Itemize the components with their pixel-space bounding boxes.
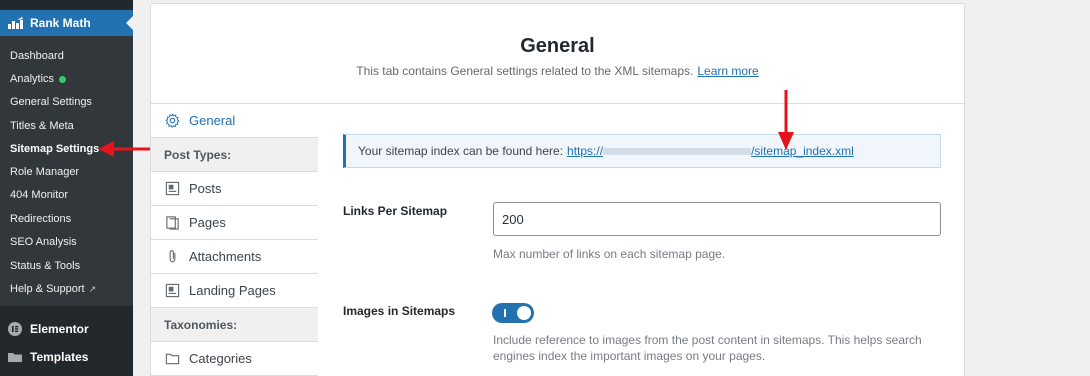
toggle-knob	[517, 306, 531, 320]
rank-math-icon	[8, 17, 23, 29]
tab-label: Posts	[189, 181, 222, 196]
sidebar-item-role-manager[interactable]: Role Manager	[10, 164, 79, 180]
gear-icon	[165, 113, 180, 128]
settings-tabs: General Post Types: Posts Pages Attachme…	[151, 104, 318, 376]
annotation-arrow-down-icon	[778, 90, 794, 150]
tab-posts[interactable]: Posts	[151, 172, 318, 206]
elementor-icon	[8, 322, 22, 336]
annotation-arrow-left-icon	[98, 141, 150, 157]
sidebar-item-404-monitor[interactable]: 404 Monitor	[10, 187, 68, 203]
images-in-sitemaps-help: Include reference to images from the pos…	[493, 332, 922, 364]
tab-label: Pages	[189, 215, 226, 230]
sidebar-item-seo-analysis[interactable]: SEO Analysis	[10, 234, 77, 250]
sidebar-item-label: Analytics	[10, 73, 55, 85]
sitemap-url-prefix: https://	[567, 144, 604, 158]
settings-panel: General This tab contains General settin…	[150, 3, 965, 376]
learn-more-link[interactable]: Learn more	[697, 64, 758, 78]
sidebar-item-label: Status & Tools	[10, 260, 81, 272]
links-per-sitemap-help: Max number of links on each sitemap page…	[493, 247, 726, 261]
sitemap-index-link[interactable]: https:// /sitemap_index.xml	[567, 144, 854, 158]
description-text: This tab contains General settings relat…	[356, 64, 694, 78]
sidebar-item-label: Sitemap Settings	[10, 143, 100, 155]
taxonomies-header: Taxonomies:	[151, 308, 318, 342]
sitemap-url-suffix: /sitemap_index.xml	[751, 144, 854, 158]
sidebar-item-label: Role Manager	[10, 166, 80, 178]
sidebar-menu-label: Elementor	[30, 322, 89, 336]
sidebar-item-help-support[interactable]: Help & Support ↗	[10, 281, 96, 297]
images-in-sitemaps-toggle[interactable]	[492, 303, 534, 323]
sidebar-item-rank-math[interactable]: Rank Math	[0, 10, 133, 36]
active-menu-notch	[126, 16, 133, 30]
tab-label: Landing Pages	[189, 283, 276, 298]
sidebar-item-label: 404 Monitor	[10, 189, 69, 201]
blurred-domain	[603, 148, 752, 156]
status-dot-icon	[59, 75, 67, 83]
panel-header: General This tab contains General settin…	[151, 4, 964, 104]
paperclip-icon	[169, 250, 176, 263]
images-in-sitemaps-label: Images in Sitemaps	[343, 304, 456, 318]
tab-landing-pages[interactable]: Landing Pages	[151, 274, 318, 308]
tab-categories[interactable]: Categories	[151, 342, 318, 376]
sidebar-item-redirections[interactable]: Redirections	[10, 211, 71, 227]
links-per-sitemap-label: Links Per Sitemap	[343, 204, 448, 218]
sidebar-item-label: Redirections	[10, 213, 72, 225]
help-line: Include reference to images from the pos…	[493, 333, 922, 347]
sidebar-item-label: Titles & Meta	[10, 120, 74, 132]
tab-label: Attachments	[189, 249, 262, 264]
links-per-sitemap-input[interactable]	[493, 202, 941, 236]
tab-attachments[interactable]: Attachments	[151, 240, 318, 274]
sidebar-item-analytics[interactable]: Analytics	[10, 71, 67, 87]
admin-sidebar: Rank Math Dashboard Analytics General Se…	[0, 0, 133, 376]
folder-icon	[165, 353, 180, 365]
sidebar-menu-label: Templates	[30, 350, 89, 364]
tab-label: General	[189, 113, 236, 128]
post-icon	[165, 283, 180, 298]
page-title: General	[520, 35, 595, 57]
sidebar-item-label: Dashboard	[10, 50, 64, 62]
tab-pages[interactable]: Pages	[151, 206, 318, 240]
sidebar-item-dashboard[interactable]: Dashboard	[10, 48, 64, 64]
tab-general[interactable]: General	[151, 104, 318, 138]
sidebar-item-label: SEO Analysis	[10, 236, 77, 248]
sitemap-notice: Your sitemap index can be found here: ht…	[343, 134, 941, 168]
sidebar-item-label: General Settings	[10, 96, 92, 108]
page-description: This tab contains General settings relat…	[151, 64, 964, 78]
sidebar-item-general-settings[interactable]: General Settings	[10, 94, 92, 110]
sidebar-item-titles-meta[interactable]: Titles & Meta	[10, 118, 74, 134]
sidebar-brand-label: Rank Math	[30, 16, 91, 30]
sidebar-item-elementor[interactable]: Elementor	[8, 320, 89, 338]
post-icon	[165, 181, 180, 196]
help-line: engines index the important images on yo…	[493, 349, 766, 363]
toggle-on-indicator	[504, 309, 506, 317]
external-link-icon: ↗	[88, 283, 97, 294]
notice-text: Your sitemap index can be found here:	[358, 144, 564, 158]
sidebar-item-label: Help & Support	[10, 283, 85, 295]
sidebar-item-sitemap-settings[interactable]: Sitemap Settings	[10, 141, 99, 157]
tab-label: Categories	[189, 351, 252, 366]
sidebar-item-status-tools[interactable]: Status & Tools	[10, 258, 80, 274]
page-icon	[166, 216, 179, 230]
folder-icon	[8, 353, 22, 362]
sidebar-item-templates[interactable]: Templates	[8, 348, 88, 366]
post-types-header: Post Types:	[151, 138, 318, 172]
